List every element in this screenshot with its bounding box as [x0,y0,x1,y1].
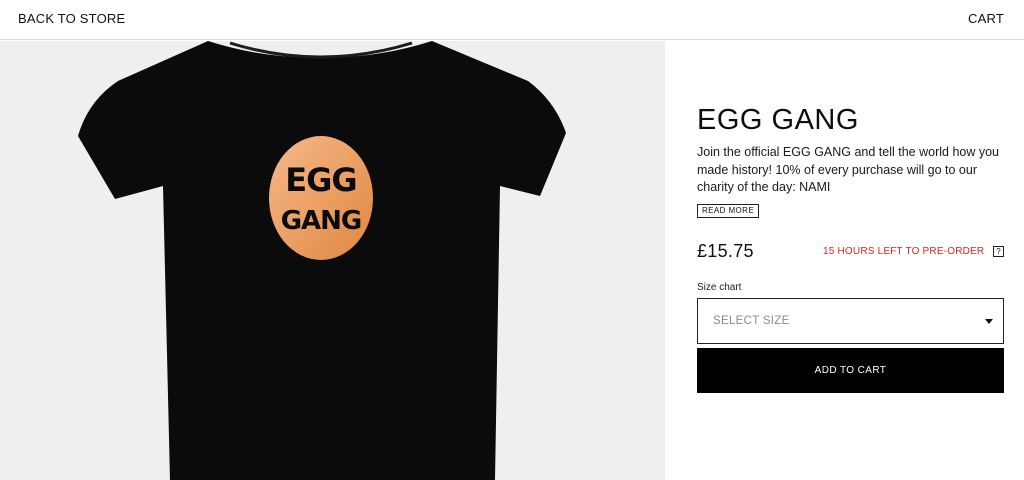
preorder-countdown: 15 HOURS LEFT TO PRE-ORDER [823,246,985,257]
product-price: £15.75 [697,241,754,261]
logo-line-2: GANG [281,206,362,236]
add-to-cart-button[interactable]: ADD TO CART [697,348,1004,393]
help-icon[interactable]: ? [993,246,1004,257]
size-chart-link[interactable]: Size chart [697,282,741,293]
chevron-down-icon [985,319,993,324]
size-select[interactable]: SELECT SIZE [697,298,1004,344]
t-shirt-shape [78,41,566,480]
product-image: EGG GANG [78,41,566,480]
top-bar: BACK TO STORE CART [0,0,1024,40]
back-to-store-link[interactable]: BACK TO STORE [18,11,125,26]
product-details: EGG GANG Join the official EGG GANG and … [697,41,1007,480]
product-description: Join the official EGG GANG and tell the … [697,145,1000,194]
size-select-value: SELECT SIZE [713,315,790,327]
cart-link[interactable]: CART [968,11,1004,26]
logo-line-1: EGG [285,161,356,199]
product-title: EGG GANG [697,104,859,136]
product-image-gallery: EGG GANG [0,41,665,480]
read-more-button[interactable]: READ MORE [697,204,760,218]
